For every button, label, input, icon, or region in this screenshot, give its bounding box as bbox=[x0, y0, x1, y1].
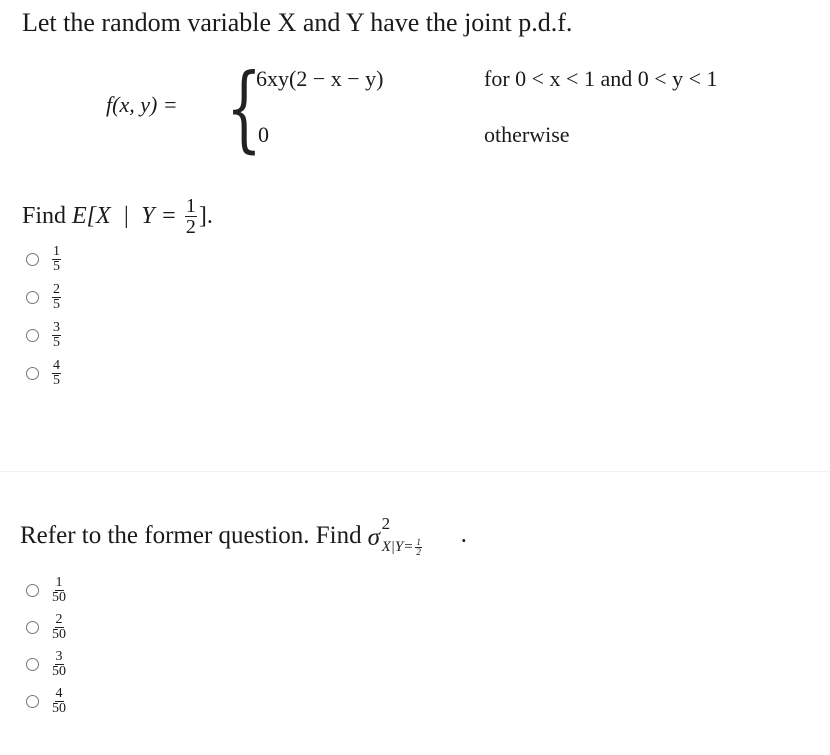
radio-button[interactable] bbox=[26, 695, 39, 708]
q1-option-1[interactable]: 1 5 bbox=[26, 240, 63, 278]
fraction-denominator: 5 bbox=[53, 258, 60, 274]
q1-option-2[interactable]: 2 5 bbox=[26, 278, 63, 316]
pdf-case2-expression: 0 bbox=[258, 122, 269, 147]
q1-option-3[interactable]: 3 5 bbox=[26, 316, 63, 354]
radio-button[interactable] bbox=[26, 621, 39, 634]
q1-option-4[interactable]: 4 5 bbox=[26, 354, 63, 392]
question2-options: 1 50 2 50 3 50 4 50 bbox=[26, 572, 68, 720]
sigma-symbol: σ bbox=[367, 524, 380, 551]
option-fraction: 4 50 bbox=[52, 687, 66, 716]
radio-button[interactable] bbox=[26, 658, 39, 671]
option-fraction: 3 50 bbox=[52, 650, 66, 679]
sigma-superscript: 2 bbox=[381, 514, 391, 533]
radio-button[interactable] bbox=[26, 328, 39, 342]
q2-option-4[interactable]: 4 50 bbox=[26, 683, 68, 720]
fraction-numerator: 4 bbox=[52, 357, 61, 374]
prompt-expression: E[X | Y = bbox=[72, 203, 177, 229]
radio-button[interactable] bbox=[26, 290, 39, 304]
option-fraction: 2 50 bbox=[52, 613, 66, 642]
radio-button[interactable] bbox=[26, 366, 39, 380]
option-fraction: 2 5 bbox=[52, 281, 61, 312]
question-divider bbox=[0, 471, 830, 472]
pdf-case1-condition: for 0 < x < 1 and 0 < y < 1 bbox=[484, 66, 718, 91]
fraction-denominator: 50 bbox=[52, 664, 66, 679]
fraction-numerator: 3 bbox=[52, 319, 61, 336]
question2-text: Refer to the former question. Find bbox=[20, 522, 362, 549]
fraction-numerator: 4 bbox=[54, 686, 64, 702]
pdf-case2-condition: otherwise bbox=[484, 122, 570, 147]
fraction-denominator: 5 bbox=[53, 334, 60, 350]
subscript-text: X|Y= bbox=[381, 539, 414, 555]
radio-button[interactable] bbox=[26, 584, 39, 597]
fraction-numerator: 2 bbox=[54, 612, 64, 628]
fraction-numerator: 1 bbox=[54, 575, 64, 591]
pdf-lhs: f(x, y) = bbox=[106, 92, 178, 117]
q2-option-1[interactable]: 1 50 bbox=[26, 572, 68, 609]
pdf-case1-expression: 6xy(2 − x − y) bbox=[256, 66, 384, 91]
question1-prompt: Find E[X | Y = 1 2 ]. bbox=[22, 196, 213, 237]
q2-option-3[interactable]: 3 50 bbox=[26, 646, 68, 683]
question2-prompt: Refer to the former question. Find σ 2 X… bbox=[20, 514, 502, 562]
option-fraction: 3 5 bbox=[52, 319, 61, 350]
fraction-numerator: 3 bbox=[54, 649, 64, 665]
fraction-denominator: 5 bbox=[53, 372, 60, 388]
question1-options: 1 5 2 5 3 5 4 5 bbox=[26, 240, 63, 392]
fraction-numerator: 1 bbox=[184, 195, 197, 217]
fraction-denominator: 2 bbox=[416, 547, 421, 557]
fraction-denominator: 50 bbox=[52, 627, 66, 642]
fraction-denominator: 50 bbox=[52, 590, 66, 605]
question1-intro: Let the random variable X and Y have the… bbox=[22, 8, 573, 37]
prompt-suffix: · bbox=[459, 528, 468, 555]
q2-option-2[interactable]: 2 50 bbox=[26, 609, 68, 646]
option-fraction: 1 50 bbox=[52, 576, 66, 605]
prompt-suffix: ]. bbox=[198, 203, 213, 229]
option-fraction: 1 5 bbox=[52, 243, 61, 274]
fraction-numerator: 2 bbox=[52, 281, 61, 298]
joint-pdf-definition: f(x, y) = { 6xy(2 − x − y) for 0 < x < 1… bbox=[106, 62, 826, 162]
fraction-denominator: 50 bbox=[52, 701, 66, 716]
prompt-prefix: Find bbox=[22, 203, 67, 229]
prompt-fraction: 1 2 bbox=[184, 195, 197, 238]
conditional-variance-symbol: σ 2 X|Y= 1 2 · bbox=[362, 514, 502, 562]
subscript-fraction: 1 2 bbox=[415, 538, 422, 557]
fraction-numerator: 1 bbox=[52, 243, 61, 260]
sigma-subscript: X|Y= 1 2 bbox=[382, 538, 424, 557]
option-fraction: 4 5 bbox=[52, 357, 61, 388]
fraction-denominator: 5 bbox=[53, 296, 60, 312]
fraction-denominator: 2 bbox=[185, 216, 196, 238]
radio-button[interactable] bbox=[26, 252, 39, 266]
